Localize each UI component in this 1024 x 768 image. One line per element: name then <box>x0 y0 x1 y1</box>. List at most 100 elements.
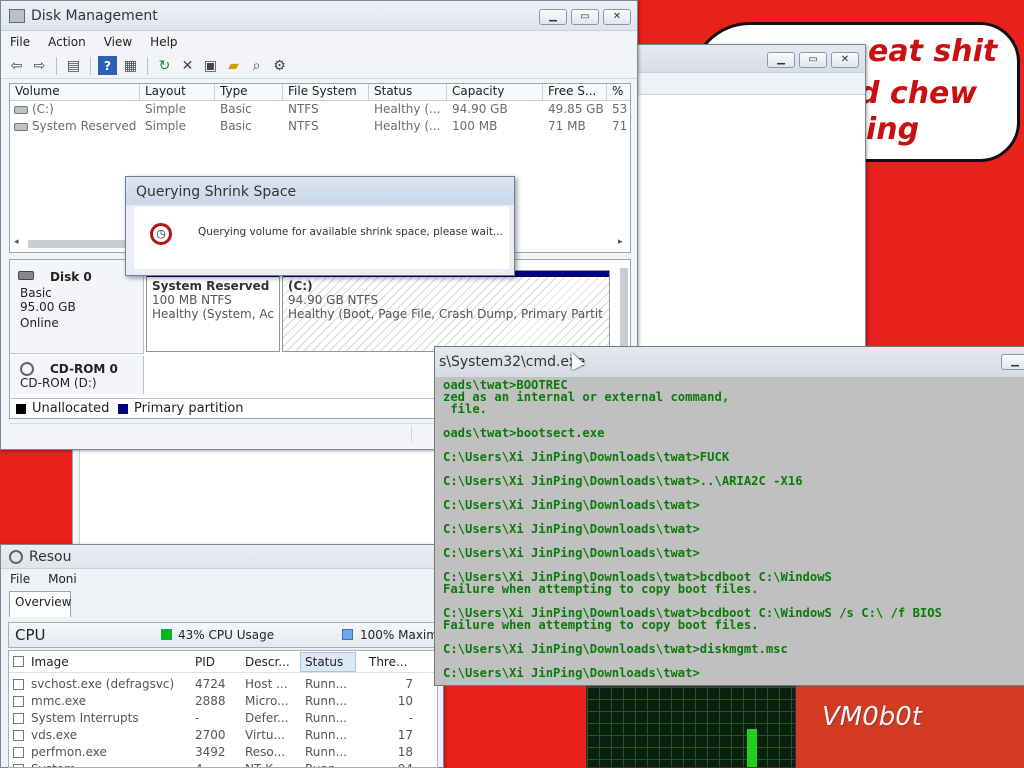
menu-file[interactable]: File <box>1 35 39 49</box>
status-divider <box>411 426 412 442</box>
close-icon[interactable]: ✕ <box>603 9 631 25</box>
partition-c-drive[interactable]: (C:) 94.90 GB NTFS Healthy (Boot, Page F… <box>282 270 610 352</box>
menu-help[interactable]: Help <box>141 35 186 49</box>
volume-name-cell[interactable]: System Reserved <box>10 119 140 136</box>
volume-cell: 94.90 GB <box>452 102 508 116</box>
resource-monitor-titlebar[interactable]: Resou <box>1 545 443 569</box>
resource-monitor-title: Resou <box>29 548 72 565</box>
dialog-body: ◷ Querying volume for available shrink s… <box>134 207 509 269</box>
maximize-icon[interactable]: ▭ <box>571 9 599 25</box>
close-icon[interactable]: ✕ <box>831 52 859 68</box>
cmd-line: C:\Users\Xi JinPing\Downloads\twat> <box>443 666 700 680</box>
help-icon[interactable]: ? <box>98 56 117 75</box>
process-name[interactable]: mmc.exe <box>31 694 86 708</box>
legend-primary-swatch <box>118 404 128 414</box>
disk0-info[interactable]: Disk 0 Basic 95.00 GB Online <box>10 260 144 354</box>
cmd-line: Failure when attempting to copy boot fil… <box>443 582 759 596</box>
col-percent-free[interactable]: % <box>607 84 630 101</box>
process-cell: Defer... <box>245 711 289 725</box>
col-status[interactable]: Status <box>305 655 343 669</box>
cpu-section-title: CPU <box>15 626 46 644</box>
process-cell: 2888 <box>195 694 226 708</box>
horizontal-scrollbar-thumb[interactable] <box>28 240 128 248</box>
command-prompt-window[interactable]: s\System32\cmd.exe ▁ oads\twat>BOOTREC ze… <box>434 346 1024 686</box>
settings-icon[interactable]: ⚙ <box>270 56 289 75</box>
volume-cell: 100 MB <box>452 119 498 133</box>
tab-overview[interactable]: Overview <box>9 591 72 617</box>
wallpaper-text-1: eat shit <box>868 34 998 69</box>
menu-action[interactable]: Action <box>39 35 95 49</box>
console-tree-icon[interactable]: ▤ <box>64 56 83 75</box>
background-window-titlebar[interactable]: ▁ ▭ ✕ <box>635 45 865 73</box>
scroll-left-icon[interactable]: ◂ <box>14 237 19 247</box>
process-cell: Runn... <box>305 694 348 708</box>
process-cell: Virtu... <box>245 728 285 742</box>
row-checkbox[interactable] <box>13 730 24 741</box>
cpu-usage-swatch <box>161 629 172 640</box>
col-capacity[interactable]: Capacity <box>447 84 543 101</box>
menu-view[interactable]: View <box>95 35 141 49</box>
check-icon[interactable]: ▣ <box>201 56 220 75</box>
col-threads[interactable]: Thre... <box>369 655 407 669</box>
querying-shrink-dialog[interactable]: Querying Shrink Space ◷ Querying volume … <box>125 176 515 276</box>
resource-monitor-menubar: File Moni <box>1 569 443 589</box>
row-checkbox[interactable] <box>13 713 24 724</box>
disk-management-toolbar: ⇦ ⇨ ▤ ? ▦ ↻ ✕ ▣ ▰ ⌕ ⚙ <box>1 53 637 79</box>
forward-arrow-icon[interactable]: ⇨ <box>30 56 49 75</box>
col-file-system[interactable]: File System <box>283 84 369 101</box>
back-arrow-icon[interactable]: ⇦ <box>7 56 26 75</box>
process-name[interactable]: svchost.exe (defragsvc) <box>31 677 174 691</box>
refresh-icon[interactable]: ↻ <box>155 56 174 75</box>
cmd-titlebar[interactable]: s\System32\cmd.exe ▁ <box>435 347 1024 377</box>
partition-status: Healthy (Boot, Page File, Crash Dump, Pr… <box>288 307 604 321</box>
toolbar-separator <box>147 56 148 75</box>
row-checkbox[interactable] <box>13 679 24 690</box>
row-checkbox[interactable] <box>13 696 24 707</box>
partition-size: 100 MB NTFS <box>152 293 232 307</box>
process-name[interactable]: perfmon.exe <box>31 745 107 759</box>
cdrom0-info[interactable]: CD-ROM 0 CD-ROM (D:) <box>10 356 144 394</box>
process-cell: 2700 <box>195 728 226 742</box>
minimize-icon[interactable]: ▁ <box>767 52 795 68</box>
process-cell: NT K... <box>245 762 284 767</box>
disk0-type: Basic <box>20 286 52 300</box>
maximize-icon[interactable]: ▭ <box>799 52 827 68</box>
delete-icon[interactable]: ✕ <box>178 56 197 75</box>
minimize-icon[interactable]: ▁ <box>539 9 567 25</box>
disk-management-icon <box>9 8 25 23</box>
row-checkbox[interactable] <box>13 747 24 758</box>
search-icon[interactable]: ⌕ <box>247 56 266 75</box>
vertical-scrollbar-thumb[interactable] <box>620 268 628 348</box>
background-window[interactable]: ▁ ▭ ✕ <box>634 44 866 354</box>
cpu-section-header[interactable]: CPU 43% CPU Usage 100% Maxim <box>8 622 438 648</box>
menu-monitor[interactable]: Moni <box>39 572 86 586</box>
col-type[interactable]: Type <box>215 84 283 101</box>
open-folder-icon[interactable]: ▰ <box>224 56 243 75</box>
minimize-icon[interactable]: ▁ <box>1001 354 1024 370</box>
cpu-process-table[interactable]: Image PID Descr... Status Thre... svchos… <box>8 650 438 768</box>
max-frequency-label: 100% Maxim <box>360 628 438 642</box>
volume-name-cell[interactable]: (C:) <box>10 102 140 119</box>
row-checkbox[interactable] <box>13 764 24 767</box>
select-all-checkbox[interactable] <box>13 656 24 667</box>
process-name[interactable]: System <box>31 762 76 767</box>
scroll-right-icon[interactable]: ▸ <box>618 237 623 247</box>
col-image[interactable]: Image <box>31 655 69 669</box>
process-cell: Runn... <box>305 728 348 742</box>
partition-system-reserved[interactable]: System Reserved 100 MB NTFS Healthy (Sys… <box>146 270 280 352</box>
col-description[interactable]: Descr... <box>245 655 290 669</box>
cdrom-drive: CD-ROM (D:) <box>20 376 97 390</box>
col-pid[interactable]: PID <box>195 655 215 669</box>
properties-icon[interactable]: ▦ <box>121 56 140 75</box>
col-volume[interactable]: Volume <box>10 84 140 101</box>
col-layout[interactable]: Layout <box>140 84 215 101</box>
process-name[interactable]: vds.exe <box>31 728 77 742</box>
col-free-space[interactable]: Free S... <box>543 84 607 101</box>
legend-unallocated-label: Unallocated <box>32 401 110 416</box>
cmd-output[interactable]: oads\twat>BOOTREC zed as an internal or e… <box>443 379 1024 685</box>
col-status[interactable]: Status <box>369 84 447 101</box>
disk-management-titlebar[interactable]: Disk Management ▁ ▭ ✕ <box>1 1 637 31</box>
wallpaper-text-2: d chew <box>858 76 978 111</box>
menu-file[interactable]: File <box>1 572 39 586</box>
process-name[interactable]: System Interrupts <box>31 711 139 725</box>
